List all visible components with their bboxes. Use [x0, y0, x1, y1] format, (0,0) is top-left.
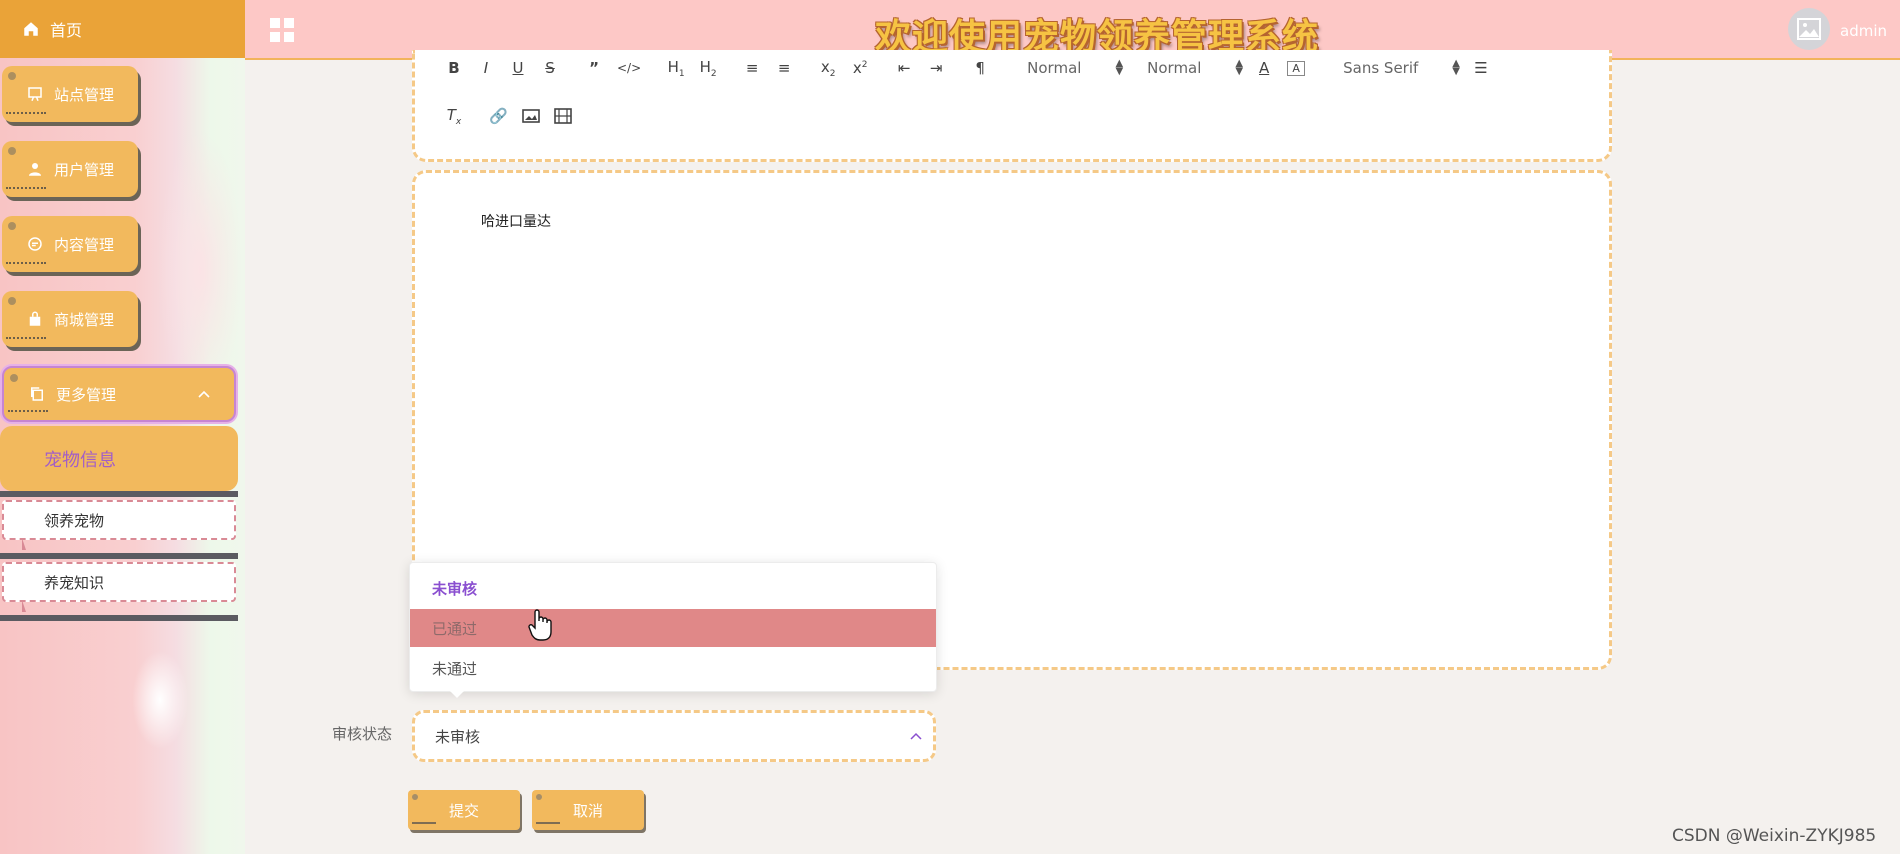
text-direction-icon[interactable]: ¶: [971, 59, 989, 77]
divider: [0, 491, 238, 497]
size-select[interactable]: Normal ▲ ▼: [1147, 58, 1244, 78]
chevron-up-icon: [198, 390, 210, 398]
username[interactable]: admin: [1840, 22, 1887, 40]
shopping-bag-icon: [29, 311, 41, 326]
status-dropdown-menu: 未审核 已通过 未通过: [409, 562, 937, 698]
watermark: CSDN @Weixin-ZYKJ985: [1672, 826, 1877, 846]
clear-format-icon[interactable]: Tx: [445, 106, 463, 127]
image-icon[interactable]: [521, 108, 540, 124]
superscript-icon[interactable]: x2: [851, 59, 869, 77]
divider: [0, 615, 238, 621]
submenu-item-label: 养宠知识: [44, 573, 105, 592]
font-select-value: Sans Serif: [1343, 59, 1419, 77]
code-block-icon[interactable]: </>: [617, 61, 641, 75]
select-arrows-icon: ▲ ▼: [1115, 58, 1124, 77]
sidebar-home-label: 首页: [50, 21, 83, 40]
cancel-button[interactable]: 取消: [532, 790, 644, 830]
submenu-item-label: 宠物信息: [44, 449, 116, 471]
strike-icon[interactable]: S: [541, 59, 559, 77]
blockquote-icon[interactable]: ”: [585, 59, 603, 77]
submenu-item-adopt-pet[interactable]: 领养宠物: [2, 500, 236, 550]
sidebar-item-content[interactable]: 内容管理: [2, 216, 138, 272]
submit-button[interactable]: 提交: [408, 790, 520, 830]
select-arrows-icon: ▲ ▼: [1452, 58, 1460, 77]
avatar[interactable]: [1788, 8, 1830, 50]
grid-menu-icon[interactable]: [269, 17, 295, 43]
editor-content[interactable]: 哈进口量达: [481, 211, 551, 231]
submenu-item-label: 领养宠物: [44, 511, 105, 530]
image-placeholder-icon: [1797, 18, 1821, 40]
font-color-icon[interactable]: A: [1255, 59, 1273, 77]
dropdown-option-approved[interactable]: 已通过: [410, 609, 936, 647]
submenu-item-pet-info[interactable]: 宠物信息: [0, 426, 238, 491]
bullet-list-icon[interactable]: ≡: [775, 59, 793, 77]
user-icon: [29, 163, 41, 176]
sidebar-item-label: 商城管理: [54, 310, 115, 329]
sidebar-item-label: 内容管理: [54, 235, 115, 254]
heading2-icon[interactable]: H2: [699, 58, 717, 79]
status-select[interactable]: 未审核: [412, 710, 936, 762]
ordered-list-icon[interactable]: ≡: [743, 59, 761, 77]
sidebar-item-label: 更多管理: [56, 385, 117, 404]
subscript-icon[interactable]: x2: [819, 58, 837, 79]
message-icon: [28, 237, 42, 251]
align-icon[interactable]: ☰: [1472, 59, 1490, 77]
sidebar-item-shop[interactable]: 商城管理: [2, 291, 138, 347]
underline-icon[interactable]: U: [509, 59, 527, 77]
status-select-value: 未审核: [435, 727, 481, 746]
outdent-icon[interactable]: ⇤: [895, 59, 913, 77]
select-arrows-icon: ▲ ▼: [1235, 58, 1244, 77]
copy-icon: [31, 387, 43, 401]
sidebar-item-site[interactable]: 站点管理: [2, 66, 138, 122]
hand-cursor-icon: [528, 609, 552, 641]
sidebar-home[interactable]: 首页: [0, 0, 245, 58]
monitor-icon: [28, 87, 42, 102]
dropdown-option-rejected[interactable]: 未通过: [410, 649, 936, 687]
link-icon[interactable]: 🔗: [489, 107, 508, 125]
background-color-icon[interactable]: A: [1287, 60, 1306, 76]
italic-icon[interactable]: I: [477, 59, 495, 77]
sidebar-item-label: 站点管理: [54, 85, 115, 104]
chevron-up-icon: [910, 732, 922, 740]
status-label: 审核状态: [332, 725, 393, 743]
home-icon: [24, 22, 38, 36]
heading1-icon[interactable]: H1: [667, 58, 685, 79]
sidebar-item-more[interactable]: 更多管理: [2, 366, 236, 422]
editor-toolbar: B I U S ” </> H1 H2 ≡ ≡ x2 x2 ⇤ ⇥ ¶ Norm…: [412, 50, 1612, 162]
submenu-item-pet-knowledge[interactable]: 养宠知识: [2, 562, 236, 612]
bold-icon[interactable]: B: [445, 59, 463, 77]
sidebar: 首页 站点管理 用户管理 内容管理 商城管理 更多管理 宠物信息 领养宠物 养宠…: [0, 0, 245, 854]
sidebar-item-label: 用户管理: [54, 160, 115, 179]
video-icon[interactable]: [553, 108, 572, 124]
sidebar-item-users[interactable]: 用户管理: [2, 141, 138, 197]
divider: [0, 553, 238, 559]
size-select-value: Normal: [1147, 59, 1202, 77]
header-select-value: Normal: [1027, 59, 1082, 77]
header-select[interactable]: Normal ▲ ▼: [1027, 58, 1124, 78]
dropdown-option-pending[interactable]: 未审核: [410, 569, 936, 607]
font-select[interactable]: Sans Serif ▲ ▼: [1343, 58, 1460, 78]
indent-icon[interactable]: ⇥: [927, 59, 945, 77]
